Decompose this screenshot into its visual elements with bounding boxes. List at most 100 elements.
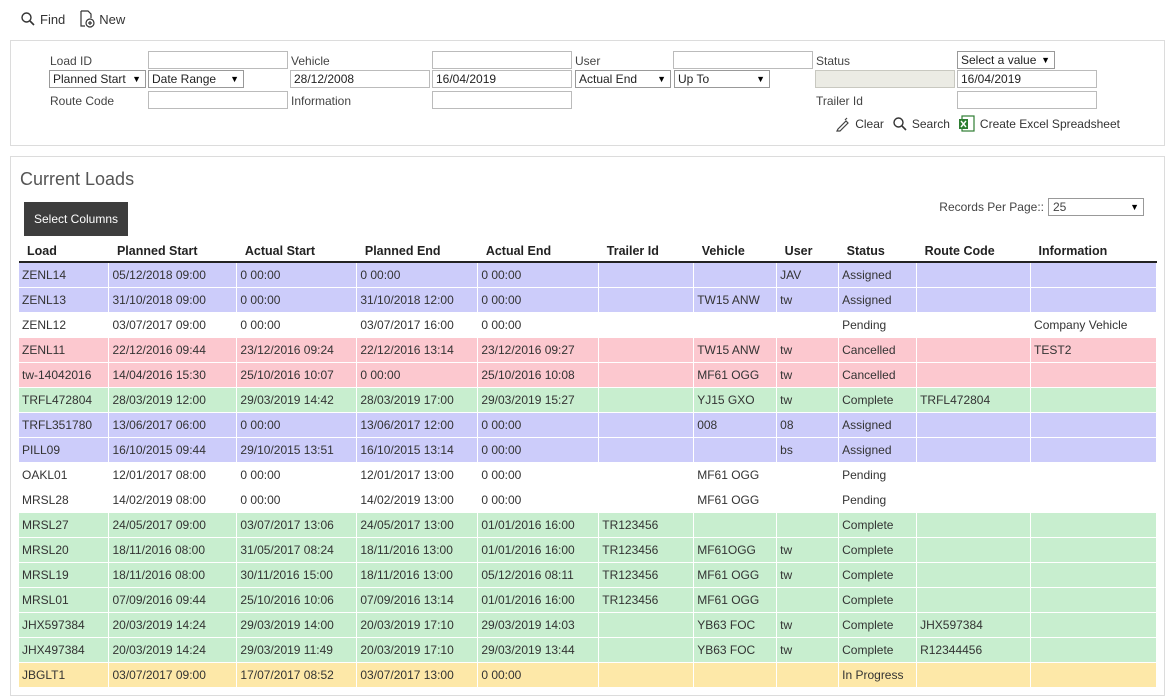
information-input[interactable] [432, 91, 572, 109]
table-row[interactable]: OAKL01 12/01/2017 08:00 0 00:00 12/01/2017 … [19, 462, 1157, 488]
table-row[interactable]: JHX497384 20/03/2019 14:24 29/03/2019 11:4… [19, 637, 1157, 663]
clear-button[interactable]: Clear [835, 116, 884, 132]
cell-planned-start: 16/10/2015 09:44 [108, 437, 238, 463]
column-header[interactable]: Planned End [356, 241, 478, 263]
date-from-input[interactable]: 28/12/2008 [290, 70, 430, 88]
cell-load[interactable]: PILL09 [19, 437, 110, 463]
search-button[interactable]: Search [892, 116, 950, 132]
route-code-input[interactable] [148, 91, 288, 109]
dropdown-arrow-icon: ▼ [1130, 202, 1139, 212]
cell-user: tw [776, 562, 840, 588]
excel-button[interactable]: Create Excel Spreadsheet [958, 115, 1120, 133]
cell-trailer-id [598, 337, 695, 363]
cell-load[interactable]: ZENL14 [19, 262, 110, 288]
cell-user [776, 512, 840, 538]
cell-load[interactable]: MRSL27 [19, 512, 110, 538]
date-range-select[interactable]: Date Range ▼ [148, 70, 244, 88]
column-header[interactable]: Load [19, 241, 109, 263]
cell-planned-end: 07/09/2016 13:14 [356, 587, 479, 613]
table-row[interactable]: JHX597384 20/03/2019 14:24 29/03/2019 14:0… [19, 612, 1157, 638]
cell-information [1030, 612, 1157, 638]
cell-load[interactable]: tw-14042016 [19, 362, 110, 388]
cell-planned-start: 22/12/2016 09:44 [108, 337, 238, 363]
cell-information: TEST2 [1030, 337, 1157, 363]
cell-load[interactable]: MRSL19 [19, 562, 110, 588]
cell-planned-end: 0 00:00 [356, 362, 479, 388]
table-row[interactable]: MRSL27 24/05/2017 09:00 03/07/2017 13:06 24… [19, 512, 1157, 538]
table-row[interactable]: MRSL01 07/09/2016 09:44 25/10/2016 10:06 07… [19, 587, 1157, 613]
cell-status: Assigned [838, 262, 918, 288]
cell-actual-end: 29/03/2019 15:27 [477, 387, 600, 413]
load-id-input[interactable] [148, 51, 288, 69]
column-header[interactable]: Actual Start [236, 241, 357, 263]
cell-load[interactable]: JHX597384 [19, 612, 110, 638]
clear-label: Clear [855, 117, 884, 131]
cell-status: Complete [838, 387, 918, 413]
cell-status: Complete [838, 612, 918, 638]
cell-actual-end: 0 00:00 [477, 412, 600, 438]
table-row[interactable]: MRSL19 18/11/2016 08:00 30/11/2016 15:00 18… [19, 562, 1157, 588]
cell-actual-end: 0 00:00 [477, 262, 600, 288]
table-row[interactable]: MRSL28 14/02/2019 08:00 0 00:00 14/02/2019 … [19, 487, 1157, 513]
cell-route-code [916, 562, 1032, 588]
cell-trailer-id [598, 487, 695, 513]
table-row[interactable]: ZENL14 05/12/2018 09:00 0 00:00 0 00:00 0 00… [19, 262, 1157, 288]
toolbar: Find New [20, 9, 139, 29]
cell-load[interactable]: JBGLT1 [19, 662, 110, 688]
cell-actual-start: 23/12/2016 09:24 [236, 337, 358, 363]
table-row[interactable]: JBGLT1 03/07/2017 09:00 17/07/2017 08:52 03… [19, 662, 1157, 688]
column-header[interactable]: Information [1030, 241, 1157, 263]
table-row[interactable]: PILL09 16/10/2015 09:44 29/10/2015 13:51 16… [19, 437, 1157, 463]
cell-load[interactable]: TRFL472804 [19, 387, 110, 413]
new-button[interactable]: New [79, 10, 125, 28]
find-button[interactable]: Find [20, 11, 65, 27]
cell-load[interactable]: TRFL351780 [19, 412, 110, 438]
cell-planned-end: 03/07/2017 16:00 [356, 312, 479, 338]
trailer-id-input[interactable] [957, 91, 1097, 109]
cell-load[interactable]: MRSL28 [19, 487, 110, 513]
cell-load[interactable]: MRSL01 [19, 587, 110, 613]
select-columns-button[interactable]: Select Columns [24, 202, 128, 236]
end-to-input[interactable]: 16/04/2019 [957, 70, 1097, 88]
cell-vehicle [693, 262, 778, 288]
vehicle-label: Vehicle [291, 54, 330, 68]
column-header[interactable]: Planned Start [108, 241, 237, 263]
table-row[interactable]: TRFL472804 28/03/2019 12:00 29/03/2019 14:… [19, 387, 1157, 413]
results-title: Current Loads [20, 169, 135, 189]
date-type-select[interactable]: Planned Start ▼ [49, 70, 146, 88]
cell-planned-end: 14/02/2019 13:00 [356, 487, 479, 513]
cell-load[interactable]: MRSL20 [19, 537, 110, 563]
column-header[interactable]: Route Code [916, 241, 1031, 263]
status-select[interactable]: Select a value ▼ [957, 51, 1055, 69]
column-header[interactable]: User [776, 241, 839, 263]
cell-load[interactable]: ZENL11 [19, 337, 110, 363]
cell-actual-start: 0 00:00 [236, 287, 358, 313]
cell-planned-start: 05/12/2018 09:00 [108, 262, 238, 288]
column-header[interactable]: Vehicle [693, 241, 777, 263]
cell-planned-start: 31/10/2018 09:00 [108, 287, 238, 313]
cell-load[interactable]: JHX497384 [19, 637, 110, 663]
table-row[interactable]: TRFL351780 13/06/2017 06:00 0 00:00 13/06/2… [19, 412, 1157, 438]
table-row[interactable]: tw-14042016 14/04/2016 15:30 25/10/2016 10… [19, 362, 1157, 388]
table-row[interactable]: ZENL13 31/10/2018 09:00 0 00:00 31/10/2018 … [19, 287, 1157, 313]
table-row[interactable]: ZENL12 03/07/2017 09:00 0 00:00 03/07/2017 … [19, 312, 1157, 338]
dropdown-arrow-icon: ▼ [657, 74, 666, 84]
cell-actual-start: 25/10/2016 10:06 [236, 587, 358, 613]
column-header[interactable]: Trailer Id [598, 241, 694, 263]
table-row[interactable]: ZENL11 22/12/2016 09:44 23/12/2016 09:24 22… [19, 337, 1157, 363]
table-row[interactable]: MRSL20 18/11/2016 08:00 31/05/2017 08:24 18… [19, 537, 1157, 563]
cell-load[interactable]: OAKL01 [19, 462, 110, 488]
cell-vehicle: 008 [693, 412, 778, 438]
date-to-input[interactable]: 16/04/2019 [432, 70, 572, 88]
column-header[interactable]: Actual End [477, 241, 599, 263]
records-per-page-select[interactable]: 25 ▼ [1048, 198, 1144, 216]
user-input[interactable] [673, 51, 813, 69]
vehicle-input[interactable] [432, 51, 572, 69]
excel-label: Create Excel Spreadsheet [979, 117, 1120, 131]
cell-planned-start: 18/11/2016 08:00 [108, 562, 238, 588]
cell-load[interactable]: ZENL12 [19, 312, 110, 338]
end-range-select[interactable]: Up To ▼ [674, 70, 770, 88]
cell-load[interactable]: ZENL13 [19, 287, 110, 313]
column-header[interactable]: Status [838, 241, 917, 263]
end-type-select[interactable]: Actual End ▼ [575, 70, 671, 88]
